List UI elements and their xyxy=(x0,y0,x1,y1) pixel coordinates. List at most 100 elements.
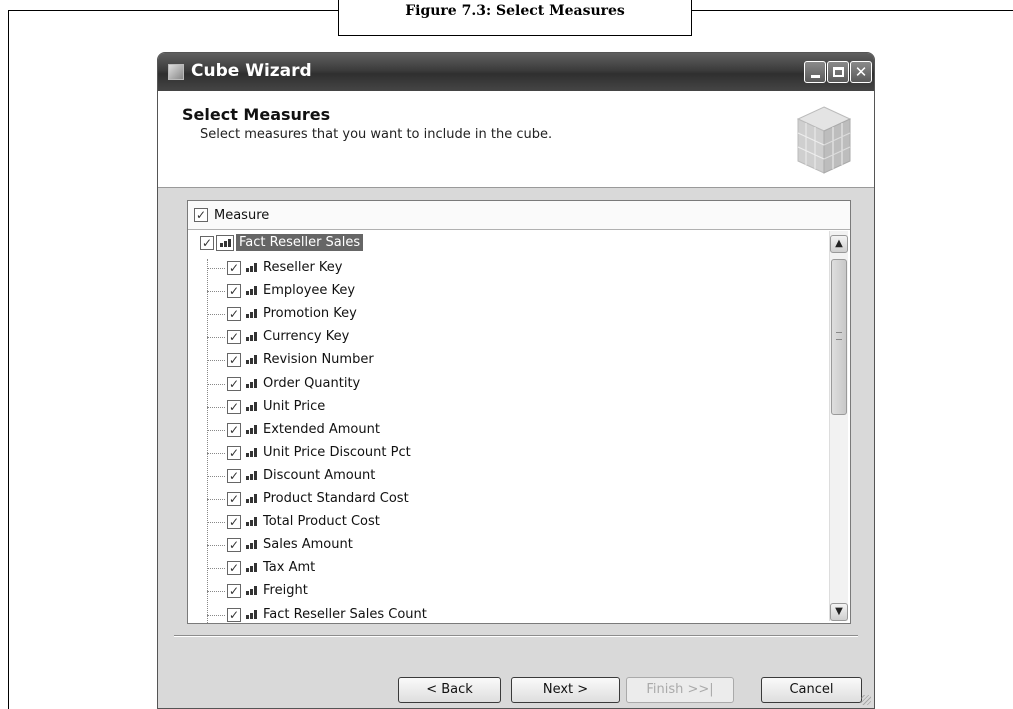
measure-label: Unit Price Discount Pct xyxy=(263,444,411,460)
measure-checkbox[interactable]: ✓ xyxy=(227,607,241,622)
maximize-icon xyxy=(832,67,844,77)
measure-checkbox[interactable]: ✓ xyxy=(227,561,241,576)
measure-label: Order Quantity xyxy=(263,375,361,391)
figure-frame-top-right xyxy=(692,10,1013,11)
measure-icon xyxy=(246,355,257,365)
maximize-button[interactable] xyxy=(827,61,849,83)
measure-checkbox[interactable]: ✓ xyxy=(227,515,241,530)
measure-list-item[interactable]: ✓ Extended Amount xyxy=(207,419,807,441)
measure-label: Total Product Cost xyxy=(263,514,380,530)
cancel-button[interactable]: Cancel xyxy=(761,677,862,703)
measure-label: Extended Amount xyxy=(263,421,380,437)
page-title: Select Measures xyxy=(182,105,331,124)
finish-button[interactable]: Finish >>| xyxy=(626,677,734,703)
scroll-up-button[interactable]: ▲ xyxy=(830,235,848,253)
measure-checkbox[interactable]: ✓ xyxy=(227,330,241,345)
resize-grip-icon[interactable] xyxy=(861,695,871,705)
measure-icon xyxy=(246,563,257,573)
check-icon: ✓ xyxy=(228,584,240,599)
measure-icon xyxy=(246,494,257,503)
measure-checkbox[interactable]: ✓ xyxy=(227,284,241,299)
measure-list-item[interactable]: ✓ Sales Amount xyxy=(207,534,807,556)
measure-icon xyxy=(246,470,257,480)
check-icon: ✓ xyxy=(228,607,240,622)
root-label: Fact Reseller Sales xyxy=(236,234,364,251)
check-icon: ✓ xyxy=(228,468,240,483)
measure-checkbox[interactable]: ✓ xyxy=(227,584,241,599)
back-button[interactable]: < Back xyxy=(398,677,501,703)
tree-connector xyxy=(207,614,225,616)
vertical-scrollbar[interactable]: ▲ ▼ xyxy=(829,231,848,621)
check-icon: ✓ xyxy=(228,538,240,553)
check-icon: ✓ xyxy=(228,330,240,345)
measure-header-checkbox[interactable]: ✓ xyxy=(194,208,208,222)
measure-tree-panel: ✓ Measure ✓ Fact Reseller Sales ✓ Reselle… xyxy=(187,200,851,624)
chevron-up-icon: ▲ xyxy=(835,238,843,249)
root-checkbox[interactable]: ✓ xyxy=(200,236,214,250)
measure-checkbox[interactable]: ✓ xyxy=(227,399,241,414)
measure-checkbox[interactable]: ✓ xyxy=(227,492,241,506)
measure-icon xyxy=(246,309,257,319)
measure-list-item[interactable]: ✓ Discount Amount xyxy=(207,465,807,487)
measure-label: Employee Key xyxy=(263,283,356,299)
measure-checkbox[interactable]: ✓ xyxy=(227,261,241,275)
measure-list-item[interactable]: ✓ Revision Number xyxy=(207,349,807,371)
measure-list-item[interactable]: ✓ Order Quantity xyxy=(207,373,807,395)
tree-connector xyxy=(207,568,225,570)
close-button[interactable]: ✕ xyxy=(850,61,872,83)
measure-icon xyxy=(246,263,257,272)
measure-label: Sales Amount xyxy=(263,537,353,553)
scroll-down-button[interactable]: ▼ xyxy=(830,603,848,621)
tree-body: ✓ Fact Reseller Sales ✓ Reseller Key ✓ Empl… xyxy=(188,229,850,623)
measure-list-item[interactable]: ✓ Employee Key xyxy=(207,280,807,302)
cube-app-icon xyxy=(168,64,184,80)
measure-icon xyxy=(246,378,257,388)
measure-label: Product Standard Cost xyxy=(263,491,409,506)
measure-label: Tax Amt xyxy=(263,560,316,576)
measure-checkbox[interactable]: ✓ xyxy=(227,353,241,368)
measure-icon xyxy=(246,517,257,527)
measure-list-item[interactable]: ✓ Total Product Cost xyxy=(207,511,807,533)
measure-list-item[interactable]: ✓ Fact Reseller Sales Count xyxy=(207,604,807,624)
measure-icon xyxy=(246,424,257,434)
measure-list-item[interactable]: ✓ Unit Price xyxy=(207,396,807,418)
button-separator xyxy=(174,635,858,637)
measure-checkbox[interactable]: ✓ xyxy=(227,445,241,460)
tree-connector xyxy=(207,383,225,385)
tree-connector xyxy=(207,499,225,500)
measure-checkbox[interactable]: ✓ xyxy=(227,468,241,483)
measure-list-item[interactable]: ✓ Tax Amt xyxy=(207,557,807,579)
figure-frame-top-left xyxy=(8,10,339,11)
measure-list-item[interactable]: ✓ Unit Price Discount Pct xyxy=(207,442,807,464)
measure-column-label: Measure xyxy=(214,208,270,223)
grip-icon xyxy=(836,332,842,340)
check-icon: ✓ xyxy=(228,399,240,414)
page-subtitle: Select measures that you want to include… xyxy=(200,127,553,142)
chevron-down-icon: ▼ xyxy=(835,606,843,617)
measure-checkbox[interactable]: ✓ xyxy=(227,376,241,391)
wizard-header: Select Measures Select measures that you… xyxy=(158,91,874,188)
window-title: Cube Wizard xyxy=(191,61,312,81)
title-bar[interactable]: Cube Wizard ✕ xyxy=(158,53,874,91)
tree-connector xyxy=(207,360,225,362)
measure-checkbox[interactable]: ✓ xyxy=(227,422,241,437)
measure-checkbox[interactable]: ✓ xyxy=(227,538,241,553)
measure-list-item[interactable]: ✓ Reseller Key xyxy=(207,257,807,279)
check-icon: ✓ xyxy=(228,445,240,460)
measure-list-item[interactable]: ✓ Currency Key xyxy=(207,326,807,348)
measure-label: Reseller Key xyxy=(263,260,343,275)
measure-checkbox[interactable]: ✓ xyxy=(227,307,241,322)
next-button[interactable]: Next > xyxy=(511,677,620,703)
minimize-button[interactable] xyxy=(804,61,826,83)
scroll-thumb[interactable] xyxy=(831,259,847,415)
measure-label: Discount Amount xyxy=(263,467,376,483)
cube-wizard-window: Cube Wizard ✕ Select Measures Select mea… xyxy=(157,52,875,709)
tree-connector xyxy=(207,314,225,316)
measure-icon xyxy=(246,447,257,457)
measure-group-icon xyxy=(216,235,234,251)
measure-list-item[interactable]: ✓ Promotion Key xyxy=(207,303,807,325)
check-icon: ✓ xyxy=(228,515,240,530)
measure-list-item[interactable]: ✓ Product Standard Cost xyxy=(207,488,807,510)
check-icon: ✓ xyxy=(201,236,213,250)
measure-list-item[interactable]: ✓ Freight xyxy=(207,580,807,602)
